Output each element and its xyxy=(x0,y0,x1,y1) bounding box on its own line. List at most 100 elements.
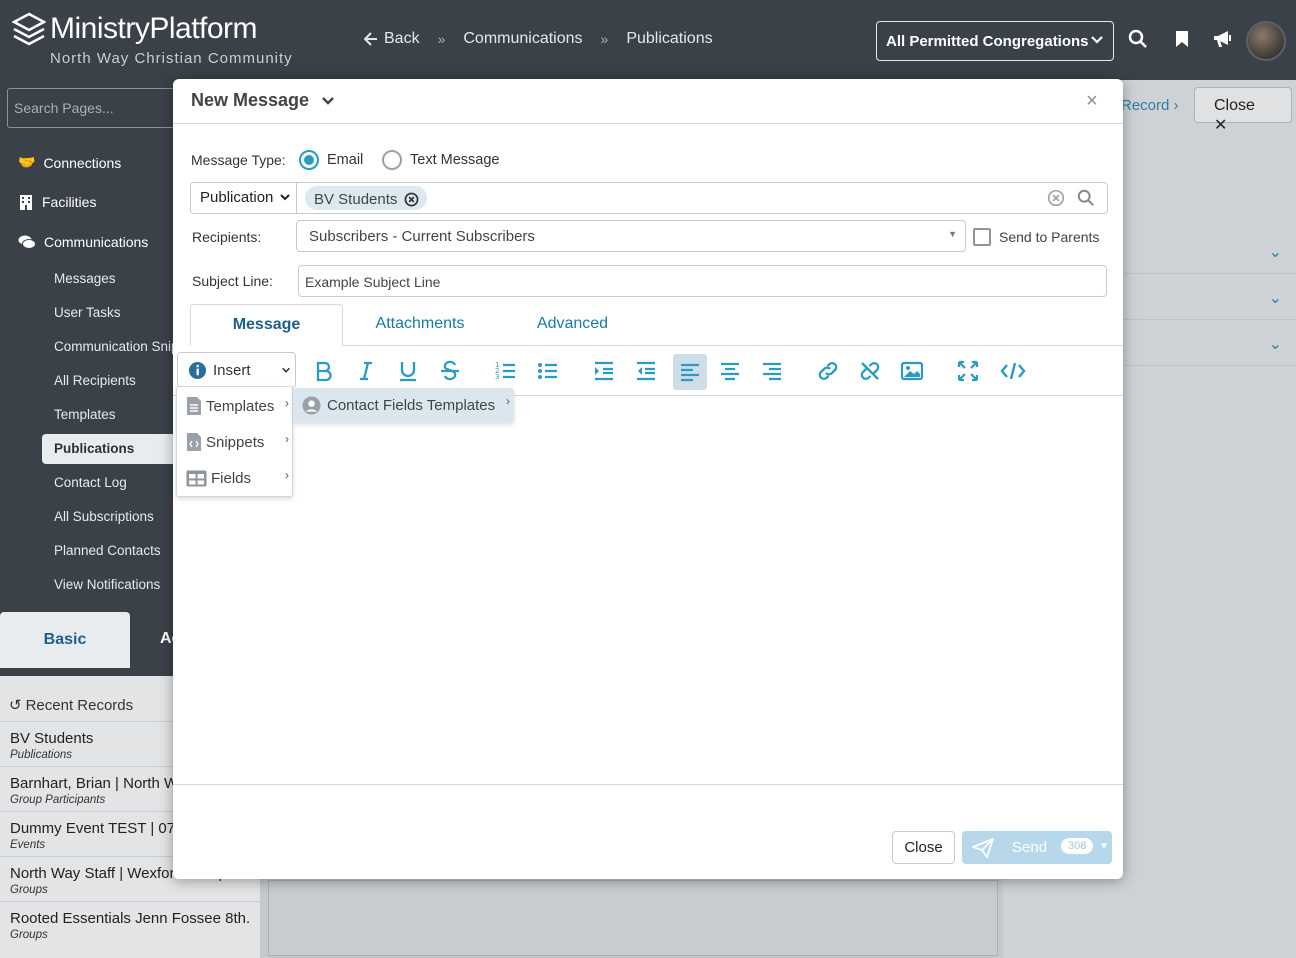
sidebar-item-communication-snippets[interactable]: Communication Snip xyxy=(54,339,179,354)
megaphone-icon[interactable] xyxy=(1212,29,1234,49)
collapsed-section[interactable]: ⌄ xyxy=(1121,322,1296,366)
collapsed-section[interactable]: ⌄ xyxy=(1121,230,1296,274)
back-button[interactable]: Back xyxy=(364,30,420,48)
chevron-right-icon: › xyxy=(506,394,510,408)
new-message-dialog: New Message × Message Type: Email Text M… xyxy=(173,79,1123,879)
indent-icon[interactable] xyxy=(592,359,616,383)
radio-email[interactable]: Email xyxy=(299,150,363,170)
table-icon xyxy=(186,470,207,486)
chevron-right-icon: › xyxy=(285,396,289,410)
search-icon[interactable] xyxy=(1077,189,1095,207)
bookmark-icon[interactable] xyxy=(1172,29,1192,49)
chevron-right-icon: › xyxy=(285,432,289,446)
close-button[interactable]: Close xyxy=(892,831,955,864)
recipients-select[interactable]: Subscribers - Current Subscribers ▼ xyxy=(296,220,966,252)
chevron-right-icon: › xyxy=(285,468,289,482)
recent-records-heading: ↺ Recent Records xyxy=(9,696,134,715)
align-left-button[interactable] xyxy=(673,354,707,390)
avatar[interactable] xyxy=(1246,21,1286,61)
radio-text-message[interactable]: Text Message xyxy=(382,150,499,170)
bullet-list-icon[interactable] xyxy=(536,359,560,383)
send-to-parents-checkbox[interactable]: Send to Parents xyxy=(973,228,1099,246)
bold-icon[interactable] xyxy=(312,359,336,383)
list-item[interactable]: Rooted Essentials Jenn Fossee 8th... Gro… xyxy=(0,901,260,949)
info-circle-icon xyxy=(188,361,207,379)
menu-item-templates[interactable]: Templates › xyxy=(177,388,293,424)
breadcrumb-communications[interactable]: Communications xyxy=(463,30,582,48)
collapsed-section[interactable]: ⌄ xyxy=(1121,276,1296,320)
file-template-icon xyxy=(187,397,201,415)
sidebar-item-messages[interactable]: Messages xyxy=(54,271,116,286)
arrow-left-icon xyxy=(364,32,377,46)
sidebar-item-planned-contacts[interactable]: Planned Contacts xyxy=(54,543,161,558)
double-chevron-icon: » xyxy=(600,31,609,47)
paper-plane-icon xyxy=(972,837,994,858)
checkbox-icon xyxy=(973,228,991,246)
sidebar-item-user-tasks[interactable]: User Tasks xyxy=(54,305,121,320)
recipients-label: Recipients: xyxy=(192,229,262,245)
strikethrough-icon[interactable] xyxy=(438,359,462,383)
outdent-icon[interactable] xyxy=(634,359,658,383)
menu-item-fields[interactable]: Fields › xyxy=(177,460,293,496)
clear-icon[interactable] xyxy=(1047,189,1065,207)
italic-icon[interactable] xyxy=(354,359,378,383)
platform-logo-icon xyxy=(12,12,46,46)
breadcrumb: Back » Communications » Publications xyxy=(364,30,713,48)
fullscreen-icon[interactable] xyxy=(956,359,980,383)
message-tabs: Message Attachments Advanced xyxy=(190,304,1123,346)
send-button[interactable]: Send 308 ▼ xyxy=(962,831,1112,864)
congregation-select[interactable]: All Permitted Congregations xyxy=(876,21,1114,61)
sidebar-item-all-recipients[interactable]: All Recipients xyxy=(54,373,136,388)
menu-item-snippets[interactable]: Snippets › xyxy=(177,424,293,460)
sidebar-item-contact-log[interactable]: Contact Log xyxy=(54,475,127,490)
radio-unchecked-icon xyxy=(382,150,402,170)
tab-attachments[interactable]: Attachments xyxy=(365,304,475,346)
dialog-header: New Message × xyxy=(173,79,1123,124)
breadcrumb-publications[interactable]: Publications xyxy=(626,30,712,48)
align-right-icon[interactable] xyxy=(760,359,784,383)
ordered-list-icon[interactable]: 123 xyxy=(494,359,518,383)
code-view-icon[interactable] xyxy=(1000,359,1026,383)
sidebar-item-templates[interactable]: Templates xyxy=(54,407,116,422)
record-close-button[interactable]: Close ✕ xyxy=(1194,87,1292,134)
history-icon: ↺ xyxy=(9,697,22,714)
insert-button[interactable]: Insert xyxy=(177,352,296,388)
handshake-icon: 🤝 xyxy=(18,154,36,170)
brand[interactable]: MinistryPlatform xyxy=(12,12,258,50)
align-left-icon xyxy=(681,363,699,382)
align-center-icon[interactable] xyxy=(718,359,742,383)
sidebar-item-facilities[interactable]: Facilities xyxy=(18,194,96,210)
radio-checked-icon xyxy=(299,150,319,170)
message-editor[interactable] xyxy=(173,397,1123,785)
close-icon[interactable]: × xyxy=(1086,91,1098,111)
insert-menu: Templates › Snippets › Fields › xyxy=(176,386,293,497)
sidebar-item-connections[interactable]: 🤝 Connections xyxy=(18,154,121,171)
comments-icon xyxy=(18,235,36,249)
publication-picker: Publication BV Students xyxy=(190,182,1108,214)
record-link[interactable]: Record › xyxy=(1121,97,1179,114)
link-icon[interactable] xyxy=(816,359,840,383)
tab-advanced[interactable]: Advanced xyxy=(530,304,615,346)
remove-chip-icon[interactable] xyxy=(404,192,419,207)
unlink-icon[interactable] xyxy=(858,359,882,383)
chevron-down-icon xyxy=(282,367,290,373)
sidebar-item-view-notifications[interactable]: View Notifications xyxy=(54,577,160,592)
underline-icon[interactable] xyxy=(396,359,420,383)
chevron-down-icon xyxy=(1091,36,1103,44)
dialog-title[interactable]: New Message xyxy=(191,90,335,111)
publication-type-select[interactable]: Publication xyxy=(191,183,297,213)
sidebar-item-all-subscriptions[interactable]: All Subscriptions xyxy=(54,509,154,524)
contact-fields-templates-item[interactable]: Contact Fields Templates › xyxy=(293,388,514,423)
sidebar-item-communications[interactable]: Communications xyxy=(18,234,148,250)
tab-message[interactable]: Message xyxy=(190,304,343,346)
subject-field[interactable]: Example Subject Line xyxy=(298,265,1107,297)
file-code-icon xyxy=(187,433,201,451)
svg-text:3: 3 xyxy=(495,373,499,381)
caret-down-icon[interactable]: ▼ xyxy=(1099,841,1109,852)
building-icon xyxy=(20,195,32,210)
double-chevron-icon: » xyxy=(437,31,446,47)
search-icon[interactable] xyxy=(1128,29,1148,49)
top-bar: MinistryPlatform North Way Christian Com… xyxy=(0,0,1296,80)
image-icon[interactable] xyxy=(900,359,924,383)
tab-basic[interactable]: Basic xyxy=(0,612,130,668)
